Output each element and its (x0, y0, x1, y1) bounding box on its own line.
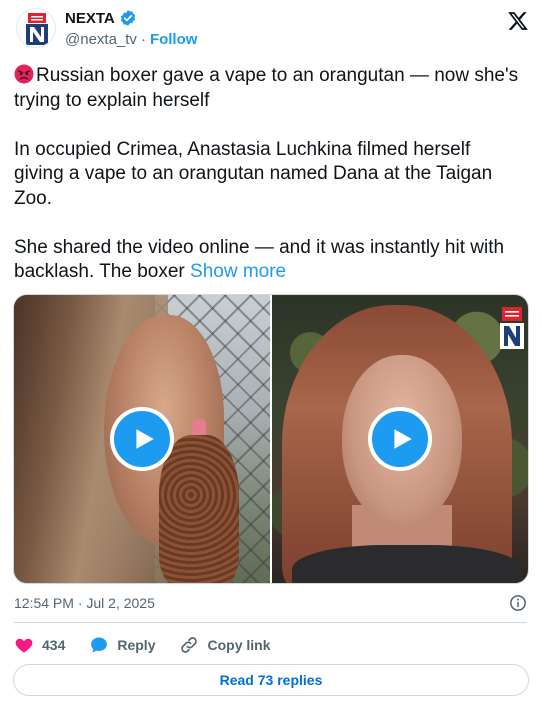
action-bar: 434 Reply Copy link (14, 634, 271, 656)
nexta-watermark-icon (500, 307, 524, 349)
tweet-paragraph-2: In occupied Crimea, Anastasia Luchkina f… (14, 138, 493, 209)
copy-link-button[interactable]: Copy link (179, 635, 271, 655)
video-thumbnail-1[interactable] (14, 295, 270, 583)
reply-label: Reply (117, 637, 156, 653)
follow-button[interactable]: Follow (150, 31, 198, 48)
angry-face-emoji-icon (14, 64, 34, 84)
verified-badge-icon (120, 10, 135, 26)
read-replies-button[interactable]: Read 73 replies (13, 664, 529, 696)
media-grid (13, 294, 529, 584)
like-count: 434 (42, 637, 66, 653)
author-block: NEXTA @nexta_tv · Follow (65, 8, 198, 49)
copy-link-label: Copy link (207, 637, 271, 653)
author-name[interactable]: NEXTA (65, 10, 115, 27)
reply-button[interactable]: Reply (89, 635, 155, 655)
show-more-link[interactable]: Show more (190, 261, 286, 282)
handle-separator: · (140, 31, 146, 48)
nexta-logo-icon (17, 9, 55, 47)
tweet-header: NEXTA @nexta_tv · Follow (14, 6, 531, 54)
link-icon (181, 637, 198, 653)
video-2-shirt (292, 545, 522, 583)
info-icon[interactable] (509, 594, 527, 612)
heart-icon (15, 638, 33, 653)
play-icon (136, 429, 154, 449)
divider (14, 622, 527, 623)
tweet-timestamp[interactable]: 12:54 PM · Jul 2, 2025 (14, 595, 155, 611)
tweet-headline: Russian boxer gave a vape to an oranguta… (14, 65, 519, 111)
video-thumbnail-2[interactable] (272, 295, 528, 583)
video-1-hand (159, 435, 239, 583)
author-handle[interactable]: @nexta_tv (65, 31, 137, 48)
like-button[interactable]: 434 (14, 635, 65, 655)
tweet-paragraph-3: She shared the video online — and it was… (14, 236, 519, 285)
avatar[interactable] (16, 8, 56, 48)
reply-bubble-icon (91, 637, 108, 653)
x-logo-icon[interactable] (507, 10, 529, 32)
play-button-2[interactable] (368, 407, 432, 471)
tweet-text: Russian boxer gave a vape to an oranguta… (14, 64, 519, 285)
tweet-headline-paragraph: Russian boxer gave a vape to an oranguta… (14, 64, 519, 113)
play-button-1[interactable] (110, 407, 174, 471)
play-icon (394, 429, 412, 449)
